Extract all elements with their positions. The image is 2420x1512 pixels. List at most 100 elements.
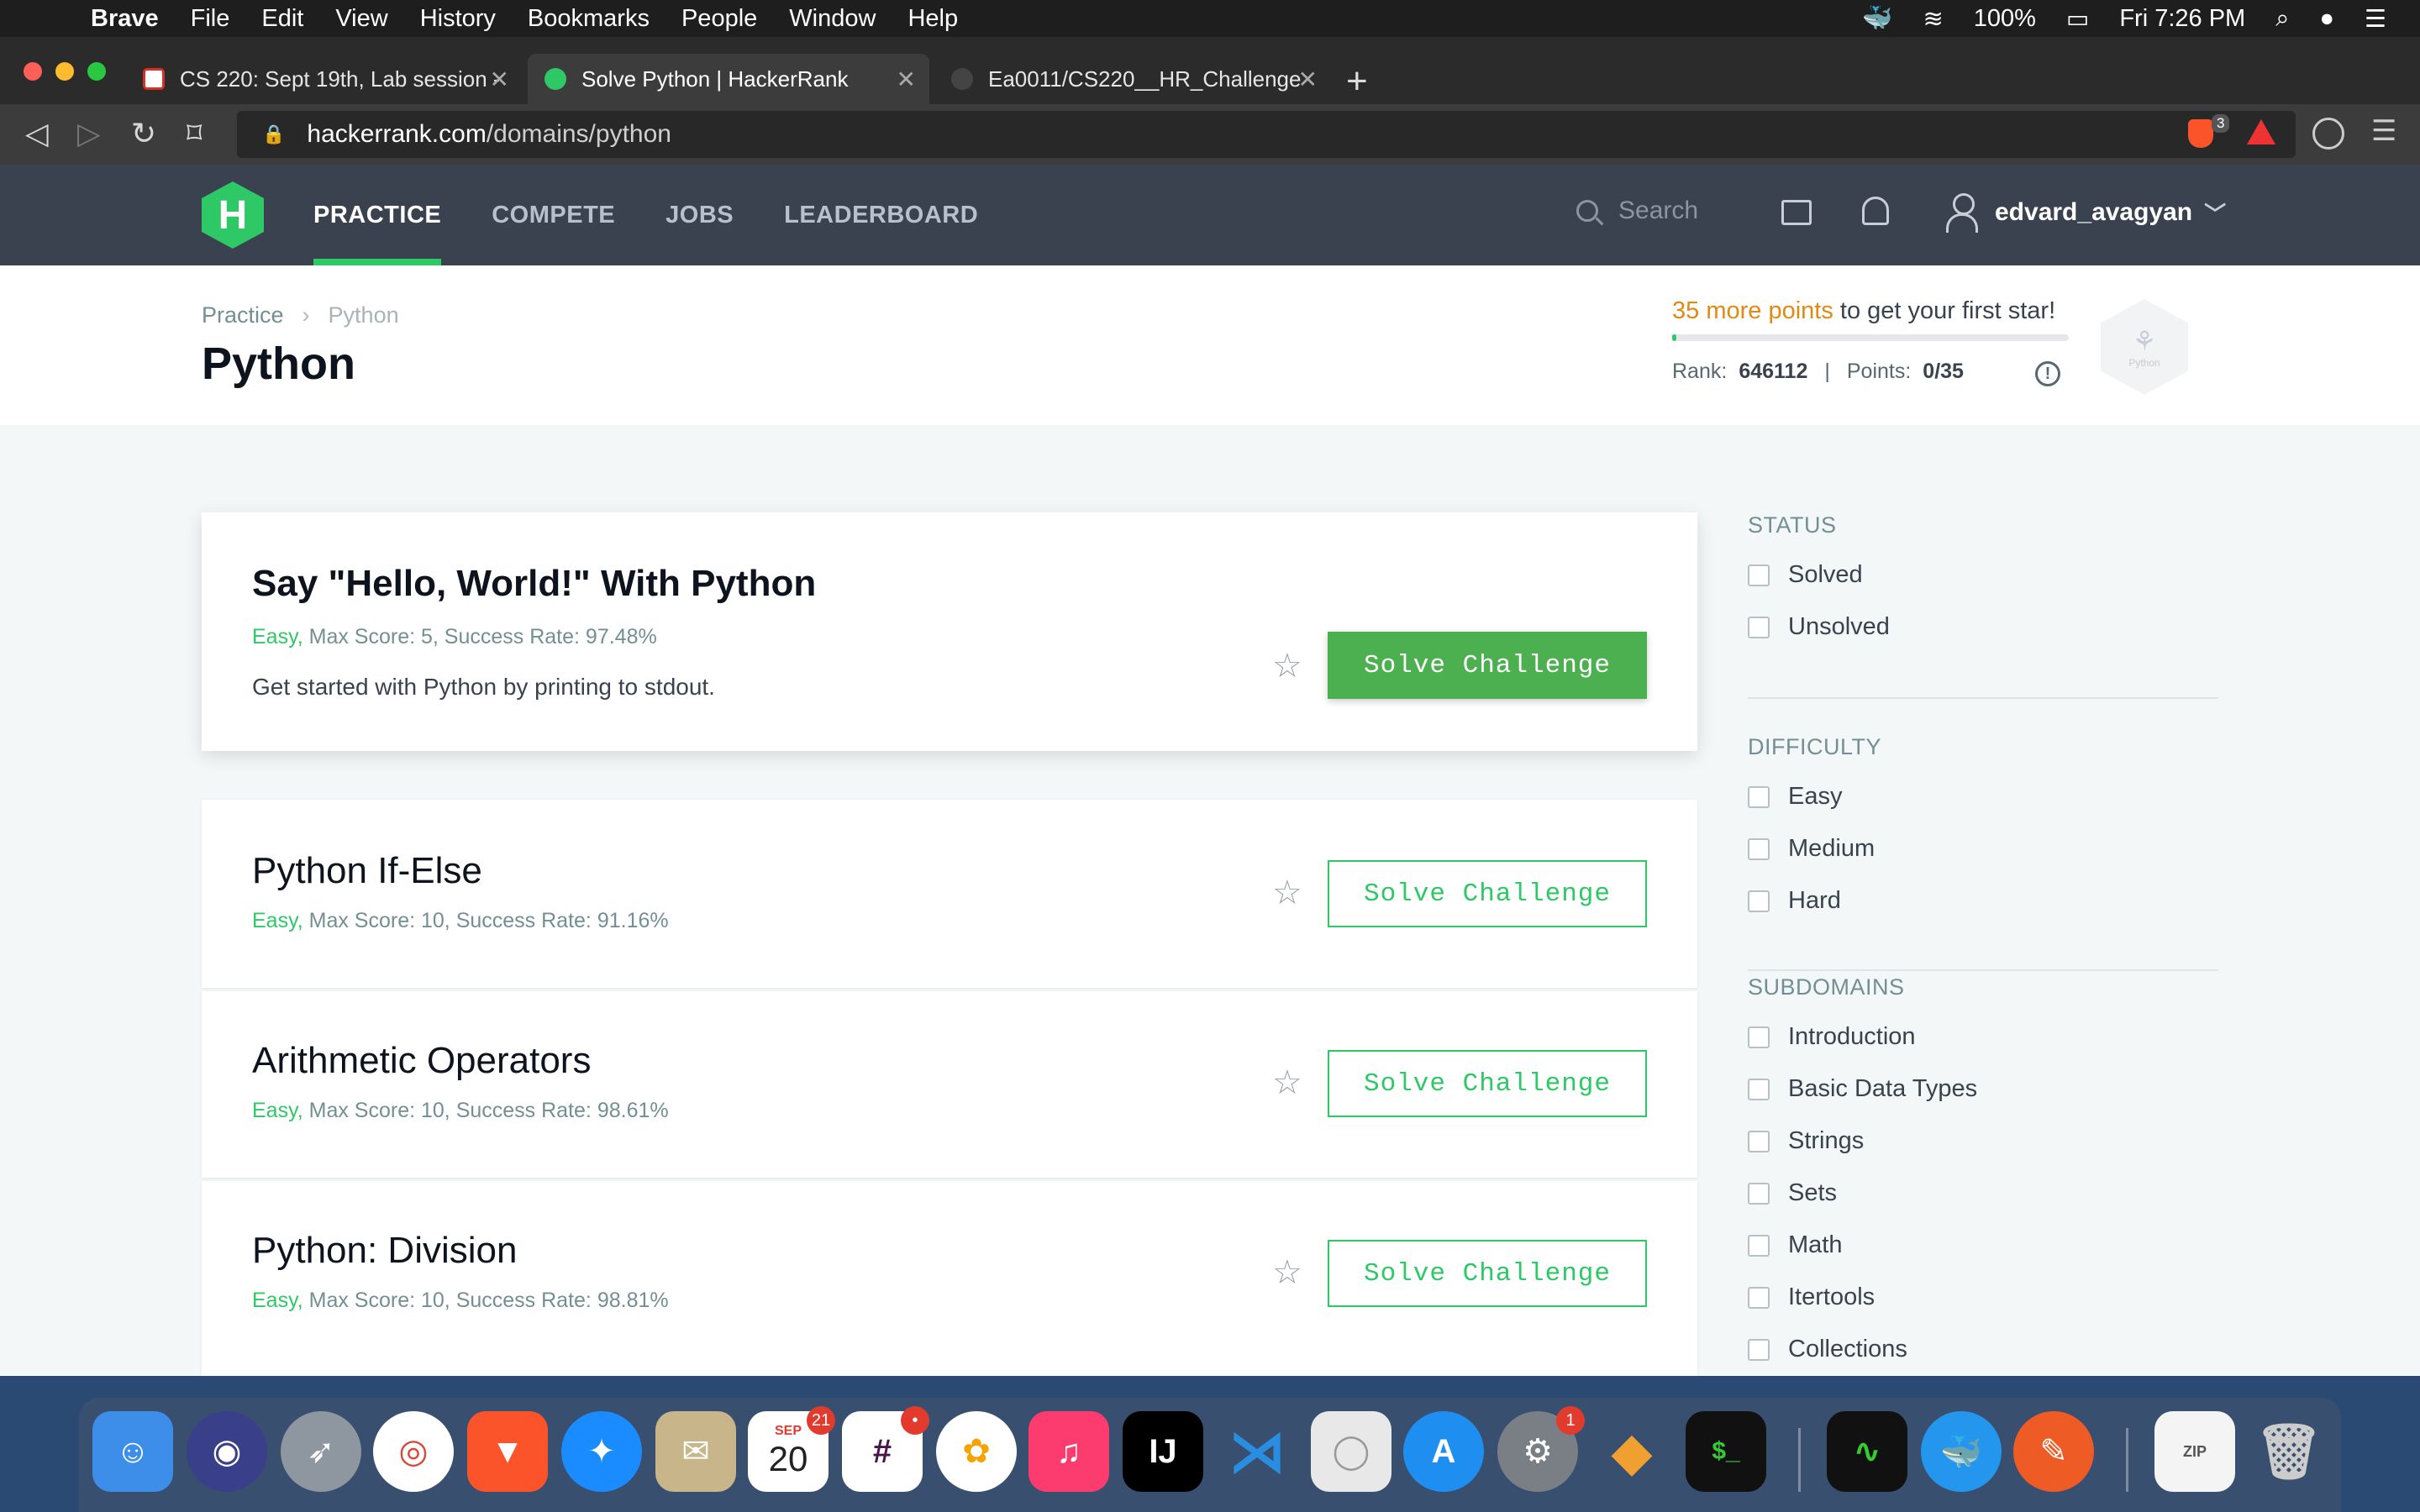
checkbox[interactable] (1748, 1234, 1770, 1257)
notification-center-icon[interactable]: ☰ (2365, 4, 2386, 34)
filter-easy[interactable]: Easy (1748, 783, 1842, 811)
close-window-button[interactable] (24, 62, 42, 81)
challenge-title[interactable]: Arithmetic Operators (252, 1040, 591, 1082)
search-input[interactable]: Search (1576, 197, 1698, 225)
brave-shields-icon[interactable] (2188, 119, 2213, 148)
browser-menu-icon[interactable]: ☰ (2371, 114, 2396, 148)
checkbox[interactable] (1748, 890, 1770, 912)
close-tab-icon[interactable]: ✕ (1298, 66, 1318, 93)
photos-icon[interactable]: ✿ (936, 1411, 1017, 1492)
checkbox[interactable] (1748, 785, 1770, 808)
forward-icon[interactable]: ▷ (77, 116, 101, 151)
vscode-icon[interactable]: ⋊ (1217, 1411, 1297, 1492)
new-tab-button[interactable]: + (1346, 60, 1368, 102)
solve-challenge-button[interactable]: Solve Challenge (1328, 632, 1647, 699)
finder-icon[interactable]: ☺ (92, 1411, 173, 1492)
url-field[interactable]: 🔒 hackerrank.com/domains/python (237, 111, 2296, 158)
zoom-window-button[interactable] (87, 62, 106, 81)
close-tab-icon[interactable]: ✕ (490, 66, 509, 93)
menu-view[interactable]: View (335, 5, 387, 33)
hackerrank-logo[interactable]: H (202, 181, 264, 249)
nav-jobs[interactable]: JOBS (666, 165, 734, 265)
filter-unsolved[interactable]: Unsolved (1748, 613, 1890, 641)
app-store-icon[interactable]: A (1403, 1411, 1484, 1492)
nav-practice[interactable]: PRACTICE (313, 165, 442, 265)
filter-medium[interactable]: Medium (1748, 835, 1875, 863)
checkbox[interactable] (1748, 1078, 1770, 1100)
breadcrumb-practice[interactable]: Practice (202, 302, 284, 328)
challenge-title[interactable]: Say "Hello, World!" With Python (252, 563, 816, 605)
battery-icon[interactable]: ▭ (2066, 4, 2089, 34)
trash-icon[interactable]: 🗑 (2249, 1411, 2329, 1492)
brave-rewards-icon[interactable] (2247, 119, 2275, 144)
user-menu[interactable]: edvard_avagyan ﹀ (1946, 193, 2226, 233)
safari-icon[interactable]: ✦ (561, 1411, 642, 1492)
filter-collections[interactable]: Collections (1748, 1336, 1907, 1363)
nav-leaderboard[interactable]: LEADERBOARD (784, 165, 978, 265)
solve-challenge-button[interactable]: Solve Challenge (1328, 860, 1647, 927)
filter-introduction[interactable]: Introduction (1748, 1023, 1916, 1051)
music-icon[interactable]: ♫ (1028, 1411, 1109, 1492)
notifications-bell-icon[interactable] (1862, 197, 1889, 225)
filter-strings[interactable]: Strings (1748, 1127, 1864, 1155)
profile-icon[interactable] (2312, 118, 2344, 150)
menu-window[interactable]: Window (789, 5, 876, 33)
zip-file-icon[interactable]: ZIP (2154, 1411, 2235, 1492)
chrome-icon[interactable]: ◎ (373, 1411, 454, 1492)
disk-utility-icon[interactable]: ◯ (1311, 1411, 1392, 1492)
docker-status-icon[interactable]: 🐳 (1862, 4, 1892, 33)
menu-help[interactable]: Help (908, 5, 958, 33)
star-icon[interactable]: ☆ (1272, 647, 1302, 685)
spotlight-icon[interactable]: ⌕ (2275, 5, 2289, 33)
menu-app-name[interactable]: Brave (91, 5, 159, 33)
filter-math[interactable]: Math (1748, 1231, 1842, 1259)
tab-gmail[interactable]: CS 220: Sept 19th, Lab session - ✕ (126, 54, 523, 104)
tab-hackerrank[interactable]: Solve Python | HackerRank ✕ (528, 54, 929, 104)
activity-monitor-icon[interactable]: ∿ (1827, 1411, 1907, 1492)
star-icon[interactable]: ☆ (1272, 1063, 1302, 1102)
bookmark-icon[interactable]: ⌑ (187, 116, 202, 151)
launchpad-icon[interactable]: ➶ (281, 1411, 361, 1492)
menu-bookmarks[interactable]: Bookmarks (528, 5, 650, 33)
star-icon[interactable]: ☆ (1272, 1253, 1302, 1292)
challenge-title[interactable]: Python: Division (252, 1230, 517, 1272)
nav-compete[interactable]: COMPETE (492, 165, 615, 265)
clock[interactable]: Fri 7:26 PM (2119, 5, 2245, 33)
back-icon[interactable]: ◁ (25, 116, 49, 151)
tab-github[interactable]: Ea0011/CS220__HR_Challenge ✕ (934, 54, 1331, 104)
siri-icon[interactable]: ● (2319, 5, 2334, 33)
solve-challenge-button[interactable]: Solve Challenge (1328, 1240, 1647, 1307)
filter-basic-data-types[interactable]: Basic Data Types (1748, 1075, 1977, 1103)
filter-hard[interactable]: Hard (1748, 887, 1841, 915)
postman-icon[interactable]: ✎ (2013, 1411, 2094, 1492)
checkbox[interactable] (1748, 1026, 1770, 1048)
battery-percent[interactable]: 100% (1974, 5, 2036, 33)
messages-icon[interactable] (1781, 200, 1812, 225)
filter-itertools[interactable]: Itertools (1748, 1284, 1875, 1311)
challenge-title[interactable]: Python If-Else (252, 850, 482, 892)
checkbox[interactable] (1748, 1338, 1770, 1361)
menu-file[interactable]: File (191, 5, 230, 33)
minimize-window-button[interactable] (55, 62, 74, 81)
brave-icon[interactable]: ▼ (467, 1411, 548, 1492)
intellij-icon[interactable]: IJ (1123, 1411, 1203, 1492)
checkbox[interactable] (1748, 564, 1770, 586)
menu-people[interactable]: People (681, 5, 757, 33)
checkbox[interactable] (1748, 616, 1770, 638)
docker-icon[interactable]: 🐳 (1921, 1411, 2002, 1492)
wifi-icon[interactable]: ≋ (1923, 4, 1943, 34)
tableplus-elephant-icon[interactable]: ◆ (1591, 1411, 1672, 1492)
solve-challenge-button[interactable]: Solve Challenge (1328, 1050, 1647, 1117)
close-tab-icon[interactable]: ✕ (897, 66, 916, 93)
mail-icon[interactable]: ✉ (655, 1411, 736, 1492)
checkbox[interactable] (1748, 1130, 1770, 1152)
info-icon[interactable]: ! (2035, 361, 2060, 386)
checkbox[interactable] (1748, 1286, 1770, 1309)
reload-icon[interactable]: ↻ (131, 116, 156, 151)
checkbox[interactable] (1748, 837, 1770, 860)
menu-history[interactable]: History (420, 5, 496, 33)
terminal-icon[interactable]: $_ (1686, 1411, 1766, 1492)
filter-sets[interactable]: Sets (1748, 1179, 1837, 1207)
siri-icon[interactable]: ◉ (187, 1411, 267, 1492)
menu-edit[interactable]: Edit (261, 5, 303, 33)
